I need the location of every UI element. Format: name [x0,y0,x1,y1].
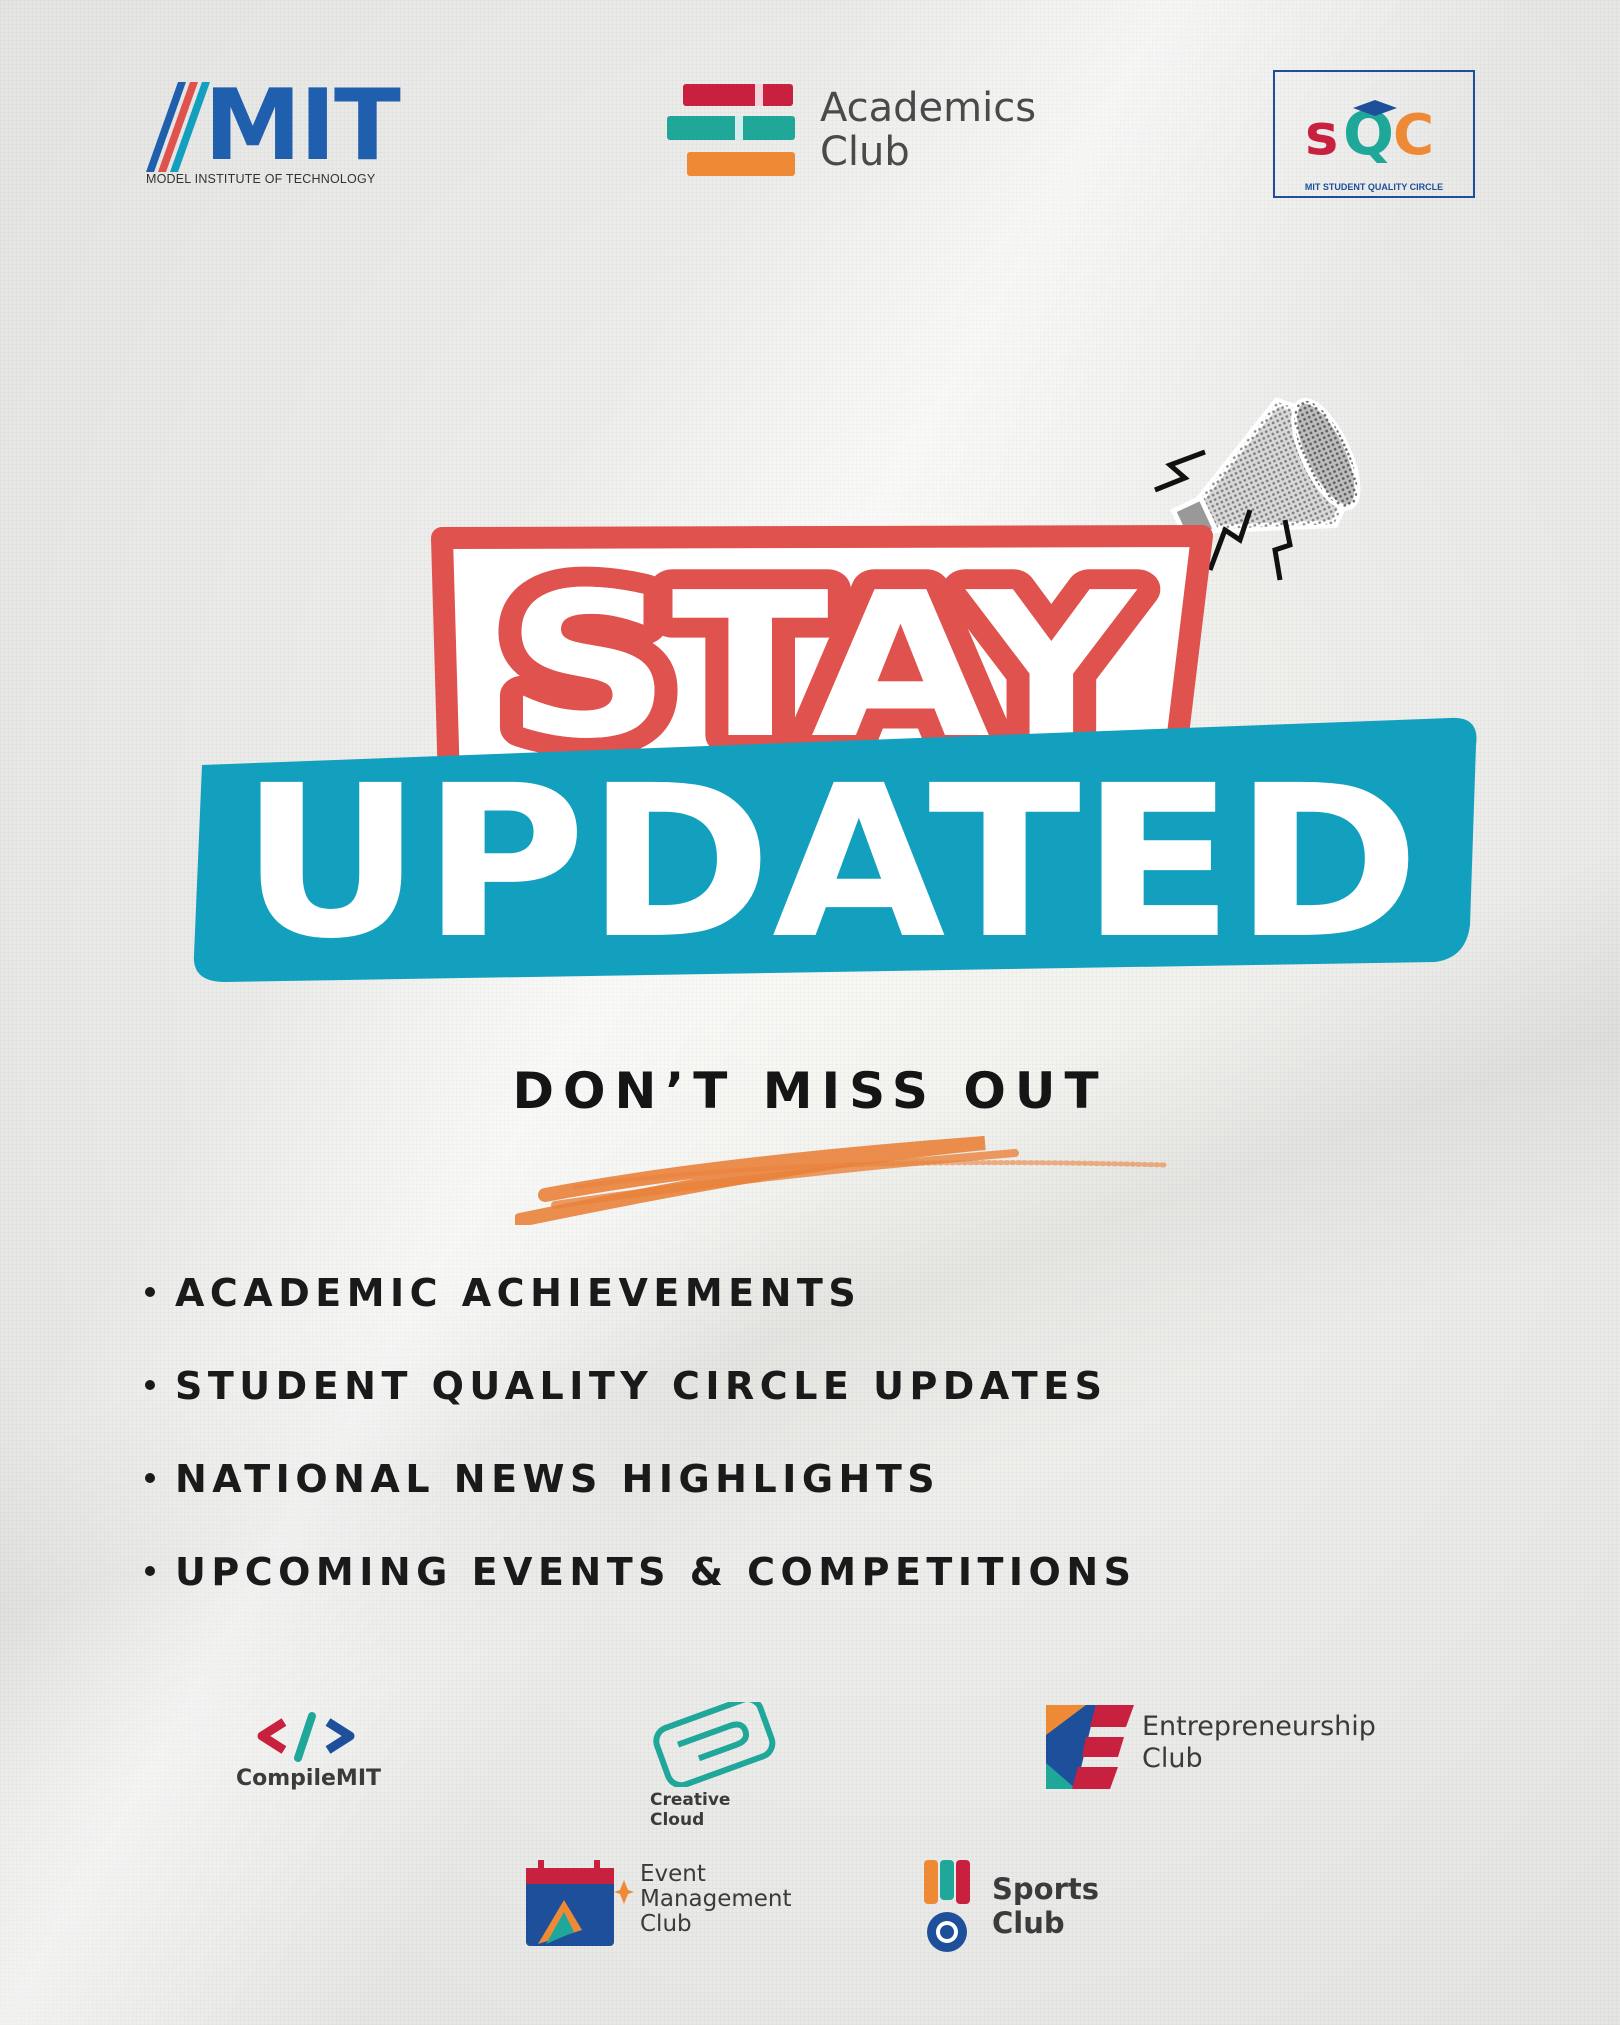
list-item: NATIONAL NEWS HIGHLIGHTS [145,1454,1137,1547]
sports-club-logo: Sports Club [920,1860,1120,1960]
list-item: STUDENT QUALITY CIRCLE UPDATES [145,1361,1137,1454]
entrepreneurship-club-logo: Entrepreneurship Club [1046,1705,1406,1795]
sports-line2: Club [992,1906,1065,1940]
sqc-letters: s Q C [1305,99,1434,169]
books-icon [667,84,795,176]
list-item: ACADEMIC ACHIEVEMENTS [145,1268,1137,1361]
sports-line1: Sports [992,1872,1099,1906]
list-item-text: ACADEMIC ACHIEVEMENTS [175,1271,862,1315]
creative-cloud-logo: Creative Cloud [640,1702,790,1830]
academics-club-line2: Club [820,129,910,175]
event-management-club-logo: Event Management Club [524,1860,824,1960]
sqc-letter-c: C [1393,103,1434,168]
highlights-list: ACADEMIC ACHIEVEMENTS STUDENT QUALITY CI… [145,1268,1137,1640]
sqc-letter-s: s [1305,103,1338,168]
event-line1: Event [640,1861,706,1887]
entrepreneurship-line1: Entrepreneurship [1142,1711,1376,1742]
medal-icon [924,1860,970,1952]
creative-cloud-icon [653,1702,776,1787]
academics-club-logo: Academics Club [665,78,1085,188]
list-item-text: STUDENT QUALITY CIRCLE UPDATES [175,1364,1108,1408]
event-line2: Management [640,1886,792,1912]
bullet-dot [145,1565,155,1576]
entrepreneurship-line2: Club [1142,1743,1203,1774]
creative-cloud-label: Creative Cloud [650,1790,731,1830]
dont-miss-out-subtitle: DON’T MISS OUT [512,1062,1108,1120]
compilemit-logo: CompileMIT [232,1710,382,1800]
entrepreneurship-label: Entrepreneurship Club [1142,1711,1376,1775]
list-item-text: NATIONAL NEWS HIGHLIGHTS [175,1457,941,1501]
updated-text: UPDATED [240,740,1420,985]
event-management-label: Event Management Club [640,1862,792,1937]
event-calendar-icon [526,1860,634,1946]
mit-wordmark: MIT [204,69,401,183]
sqc-subtitle: MIT STUDENT QUALITY CIRCLE [1304,182,1444,192]
academics-club-line1: Academics [820,85,1037,131]
event-line3: Club [640,1911,692,1937]
entrepreneurship-e-icon [1046,1705,1134,1789]
mit-subtitle: MODEL INSTITUTE OF TECHNOLOGY [146,172,376,186]
list-item-text: UPCOMING EVENTS & COMPETITIONS [175,1550,1137,1594]
compilemit-label: CompileMIT [236,1766,382,1791]
sqc-logo: s Q C MIT STUDENT QUALITY CIRCLE [1273,70,1475,198]
bullet-dot [145,1472,155,1483]
bullet-dot [145,1286,155,1297]
bullet-dot [145,1379,155,1390]
sports-label: Sports Club [992,1872,1099,1940]
mit-logo: MIT MODEL INSTITUTE OF TECHNOLOGY [142,69,402,190]
list-item: UPCOMING EVENTS & COMPETITIONS [145,1547,1137,1640]
code-brackets-icon [257,1712,355,1762]
headline: STAY STAY UPDATED [193,525,1477,996]
brush-underline [515,1136,1168,1225]
mit-stripes-icon [146,82,210,172]
